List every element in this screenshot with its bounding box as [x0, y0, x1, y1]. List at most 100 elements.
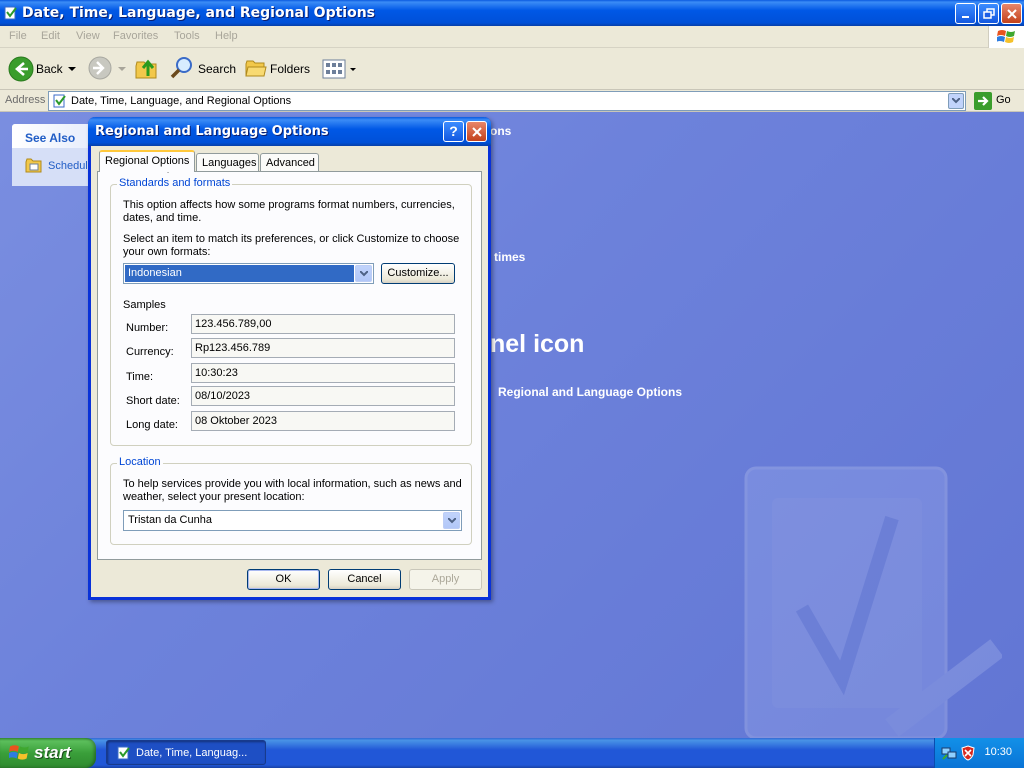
sample-number-value: 123.456.789,00	[191, 314, 455, 334]
cancel-button[interactable]: Cancel	[328, 569, 401, 590]
location-dropdown-button[interactable]	[443, 512, 460, 529]
search-icon	[170, 57, 192, 79]
apply-button[interactable]: Apply	[409, 569, 482, 590]
views-dropdown-icon	[350, 68, 356, 71]
clock: 10:30	[984, 746, 1012, 758]
folders-icon	[245, 60, 267, 77]
windows-flag-icon	[9, 745, 29, 760]
bg-heading-fragment: ons	[490, 124, 512, 138]
forward-dropdown-icon	[118, 67, 126, 71]
minimize-button[interactable]	[955, 3, 976, 24]
taskbar: start Date, Time, Languag... 10:30	[0, 738, 1024, 768]
dialog-title: Regional and Language Options	[95, 124, 329, 139]
sample-short-date-value: 08/10/2023	[191, 386, 455, 406]
format-select[interactable]: Indonesian	[123, 263, 374, 284]
sample-time-value: 10:30:23	[191, 363, 455, 383]
window-titlebar[interactable]: Date, Time, Language, and Regional Optio…	[0, 0, 1024, 26]
dialog-help-button[interactable]: ?	[443, 121, 464, 142]
chevron-down-icon	[952, 98, 960, 104]
taskbar-item-label: Date, Time, Languag...	[136, 747, 248, 759]
control-panel-small-icon	[117, 746, 130, 760]
sample-currency-label: Currency:	[126, 346, 174, 358]
regional-language-dialog: Regional and Language Options ? Regional…	[88, 117, 491, 600]
close-icon	[472, 127, 482, 137]
forward-button[interactable]	[86, 56, 128, 82]
menu-help[interactable]: Help	[215, 30, 238, 42]
address-bar: Address Date, Time, Language, and Region…	[0, 90, 1024, 112]
go-button[interactable]: Go	[972, 92, 1020, 110]
sample-time-label: Time:	[126, 371, 154, 383]
chevron-down-icon	[360, 271, 368, 277]
views-button[interactable]	[318, 54, 358, 84]
schedule-link[interactable]: Schedule	[48, 160, 94, 172]
format-dropdown-button[interactable]	[355, 265, 372, 282]
see-also-title: See Also	[25, 131, 76, 145]
tab-advanced[interactable]: Advanced	[260, 153, 319, 173]
sample-currency-value: Rp123.456.789	[191, 338, 455, 358]
network-icon[interactable]	[941, 745, 957, 761]
forward-arrow-icon	[88, 56, 112, 80]
menu-view[interactable]: View	[76, 30, 100, 42]
close-button[interactable]	[1001, 3, 1022, 24]
up-folder-button[interactable]	[134, 54, 162, 84]
address-input[interactable]: Date, Time, Language, and Regional Optio…	[48, 91, 966, 111]
restore-icon	[983, 8, 995, 19]
security-shield-icon[interactable]	[961, 745, 975, 761]
back-label: Back	[36, 62, 63, 76]
location-description: To help services provide you with local …	[123, 478, 462, 503]
restore-button[interactable]	[978, 3, 999, 24]
bg-task-fragment[interactable]: times	[494, 250, 525, 264]
customize-button[interactable]: Customize...	[381, 263, 455, 284]
minimize-icon	[962, 16, 969, 18]
help-question-icon: ?	[449, 123, 458, 139]
folders-button[interactable]: Folders	[242, 54, 312, 84]
windows-logo	[988, 26, 1024, 48]
samples-label: Samples	[123, 299, 166, 311]
folders-label: Folders	[270, 62, 311, 76]
search-label: Search	[198, 62, 237, 76]
sample-short-date-label: Short date:	[126, 395, 180, 407]
regional-options-icon-link[interactable]: Regional and Language Options	[498, 385, 682, 399]
menu-bar: File Edit View Favorites Tools Help	[0, 26, 1024, 48]
address-dropdown-button[interactable]	[948, 93, 964, 109]
start-button[interactable]: start	[0, 738, 96, 768]
sample-long-date-label: Long date:	[126, 419, 178, 431]
window-title: Date, Time, Language, and Regional Optio…	[22, 5, 375, 21]
up-folder-icon	[135, 59, 157, 79]
menu-edit[interactable]: Edit	[41, 30, 60, 42]
location-select[interactable]: Tristan da Cunha	[123, 510, 462, 531]
start-label: start	[34, 743, 71, 762]
standards-description: This option affects how some programs fo…	[123, 199, 455, 224]
close-icon	[1007, 9, 1017, 19]
location-group: Location To help services provide you wi…	[110, 456, 472, 545]
menu-favorites[interactable]: Favorites	[113, 30, 158, 42]
tab-regional-options[interactable]: Regional Options	[99, 150, 195, 172]
ok-button[interactable]: OK	[247, 569, 320, 590]
back-button[interactable]: Back	[4, 54, 80, 84]
menu-tools[interactable]: Tools	[174, 30, 200, 42]
address-label: Address	[5, 94, 46, 106]
search-button[interactable]: Search	[168, 54, 236, 84]
sample-long-date-value: 08 Oktober 2023	[191, 411, 455, 431]
go-label: Go	[996, 94, 1011, 106]
taskbar-item-control-panel[interactable]: Date, Time, Languag...	[106, 740, 266, 765]
format-selected-value: Indonesian	[125, 265, 354, 282]
standards-formats-group: Standards and formats This option affect…	[110, 177, 472, 446]
bg-pick-icon-heading: nel icon	[490, 330, 585, 358]
views-grid-icon	[322, 59, 346, 79]
dialog-titlebar[interactable]: Regional and Language Options ?	[88, 117, 491, 146]
system-tray: 10:30	[934, 738, 1024, 768]
go-arrow-icon	[974, 92, 992, 110]
back-arrow-icon	[8, 56, 34, 82]
tab-languages[interactable]: Languages	[196, 153, 259, 173]
location-selected-value: Tristan da Cunha	[128, 514, 212, 526]
location-label: Location	[117, 456, 163, 468]
address-value: Date, Time, Language, and Regional Optio…	[71, 95, 292, 107]
standards-formats-label: Standards and formats	[117, 177, 233, 189]
dialog-close-button[interactable]	[466, 121, 487, 142]
control-panel-small-icon	[53, 94, 66, 108]
checklist-watermark-icon	[744, 466, 1002, 738]
back-dropdown-icon[interactable]	[68, 67, 76, 72]
menu-file[interactable]: File	[9, 30, 27, 42]
regional-options-panel: Standards and formats This option affect…	[97, 171, 482, 560]
